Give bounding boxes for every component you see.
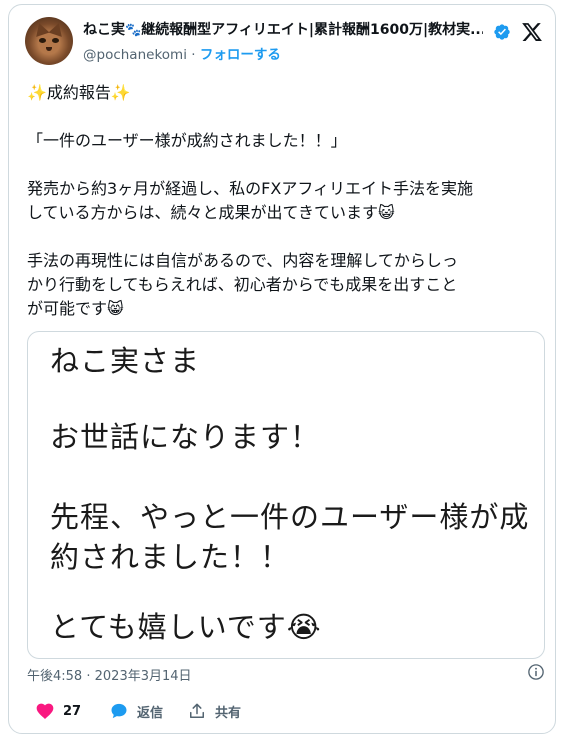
x-logo-icon[interactable] (521, 21, 543, 43)
tweet-text-para2-line2: かり行動をしてもらえれば、初心者からでも成果を出すこと (27, 275, 458, 294)
tweet-text-quote: 「一件のユーザー様が成約されました！！」 (27, 131, 347, 150)
image-text-line3: 先程、やっと一件のユーザー様が成 (50, 500, 530, 534)
author-handle[interactable]: @pochanekomi (83, 47, 187, 63)
author-name-main: ねこ実 (83, 22, 125, 38)
tweet-text-para1-line2: している方からは、続々と成果が出てきています😺 (27, 203, 395, 222)
follow-button[interactable]: フォローする (200, 47, 281, 63)
avatar[interactable] (25, 17, 73, 65)
paw-emoji: 🐾 (125, 23, 142, 38)
heart-icon (36, 703, 54, 719)
timestamp-separator: · (86, 669, 91, 684)
tweet-text-para1-line1: 発売から約3ヶ月が経過し、私のFXアフィリエイト手法を実施 (27, 179, 474, 198)
like-count: 27 (63, 703, 82, 719)
handle-separator: · (191, 47, 196, 63)
image-text-line4: 約されました！！ (50, 540, 291, 574)
author-name[interactable]: ねこ実🐾継続報酬型アフィリエイト|累計報酬1600万|教材実... (83, 19, 483, 39)
cat-eye-left (39, 38, 46, 43)
tweet-time: 午後4:58 (27, 669, 83, 684)
cat-nose (46, 47, 52, 51)
share-button[interactable]: 共有 (187, 701, 241, 721)
tweet-card: ねこ実🐾継続報酬型アフィリエイト|累計報酬1600万|教材実... @pocha… (8, 4, 556, 734)
share-icon (190, 703, 204, 718)
author-handle-row: @pochanekomi · フォローする (83, 43, 281, 63)
attached-image[interactable]: ねこ実さま お世話になります！ 先程、やっと一件のユーザー様が成 約されました！… (27, 331, 545, 659)
tweet-text-title: ✨成約報告✨ (27, 83, 131, 102)
image-text-line5: とても嬉しいです😭 (50, 610, 322, 644)
like-button[interactable]: 27 (35, 701, 81, 721)
reply-button[interactable]: 返信 (109, 701, 163, 721)
info-icon[interactable] (527, 663, 545, 681)
image-text-line1: ねこ実さま (50, 344, 201, 378)
image-text-line2: お世話になります！ (50, 420, 321, 454)
verified-badge-icon (494, 24, 510, 40)
tweet-text-para2-line1: 手法の再現性には自信があるので、内容を理解してからしっ (27, 251, 458, 270)
tweet-date: 2023年3月14日 (94, 669, 192, 684)
reply-icon (111, 703, 127, 719)
tweet-timestamp[interactable]: 午後4:58 · 2023年3月14日 (27, 665, 192, 684)
share-label: 共有 (215, 705, 242, 721)
author-name-rest: 継続報酬型アフィリエイト|累計報酬1600万|教材実... (141, 22, 483, 38)
reply-label: 返信 (137, 705, 164, 721)
cat-ear-left (32, 21, 50, 37)
tweet-text-para2-line3: が可能です😸 (27, 299, 124, 318)
cat-ear-right (48, 21, 66, 37)
cat-eye-right (52, 38, 59, 43)
